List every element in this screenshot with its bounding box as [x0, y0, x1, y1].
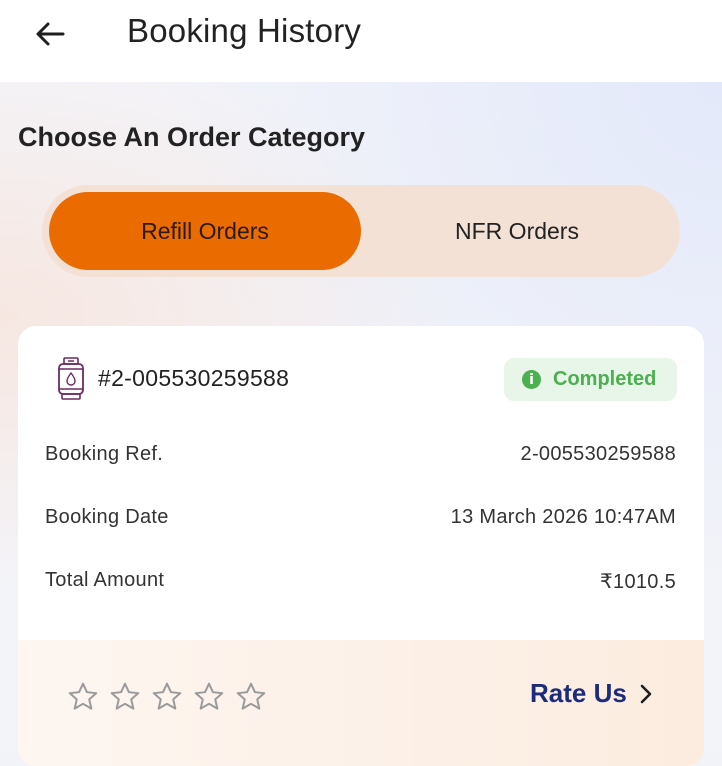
- order-category-toggle: Refill Orders NFR Orders: [42, 185, 680, 277]
- booking-date-label: Booking Date: [45, 506, 169, 528]
- star-rating: [62, 676, 272, 718]
- rate-us-button[interactable]: Rate Us: [530, 678, 655, 709]
- chevron-right-icon: [640, 684, 652, 703]
- status-badge: i Completed: [504, 358, 677, 401]
- rating-footer: Rate Us: [18, 640, 704, 766]
- tab-refill-orders-label: Refill Orders: [141, 217, 269, 244]
- status-label: Completed: [553, 368, 657, 390]
- back-button[interactable]: [30, 14, 70, 54]
- page-title: Booking History: [127, 12, 362, 49]
- total-amount-value: ₹1010.5: [600, 571, 676, 593]
- star-outline-icon: [194, 682, 224, 710]
- star-4[interactable]: [188, 676, 230, 718]
- star-outline-icon: [236, 682, 266, 710]
- star-3[interactable]: [146, 676, 188, 718]
- tab-refill-orders[interactable]: Refill Orders: [49, 192, 361, 270]
- rate-us-label: Rate Us: [530, 678, 627, 708]
- star-outline-icon: [110, 682, 140, 710]
- order-number: #2-005530259588: [98, 365, 290, 391]
- booking-ref-label: Booking Ref.: [45, 443, 164, 465]
- main-content: Choose An Order Category Refill Orders N…: [0, 82, 722, 766]
- star-2[interactable]: [104, 676, 146, 718]
- star-outline-icon: [152, 682, 182, 710]
- star-5[interactable]: [230, 676, 272, 718]
- booking-ref-value: 2-005530259588: [520, 443, 676, 465]
- gas-cylinder-icon: [58, 357, 84, 400]
- order-card[interactable]: #2-005530259588 i Completed Booking Ref.…: [18, 326, 704, 766]
- app-bar: Booking History: [0, 0, 722, 82]
- tab-nfr-orders[interactable]: NFR Orders: [361, 192, 673, 270]
- info-icon: i: [522, 370, 541, 389]
- tab-nfr-orders-label: NFR Orders: [455, 217, 579, 244]
- star-1[interactable]: [62, 676, 104, 718]
- arrow-left-icon: [36, 22, 65, 46]
- booking-date-value: 13 March 2026 10:47AM: [450, 506, 676, 528]
- star-outline-icon: [68, 682, 98, 710]
- section-heading: Choose An Order Category: [18, 122, 366, 152]
- total-amount-label: Total Amount: [45, 569, 165, 591]
